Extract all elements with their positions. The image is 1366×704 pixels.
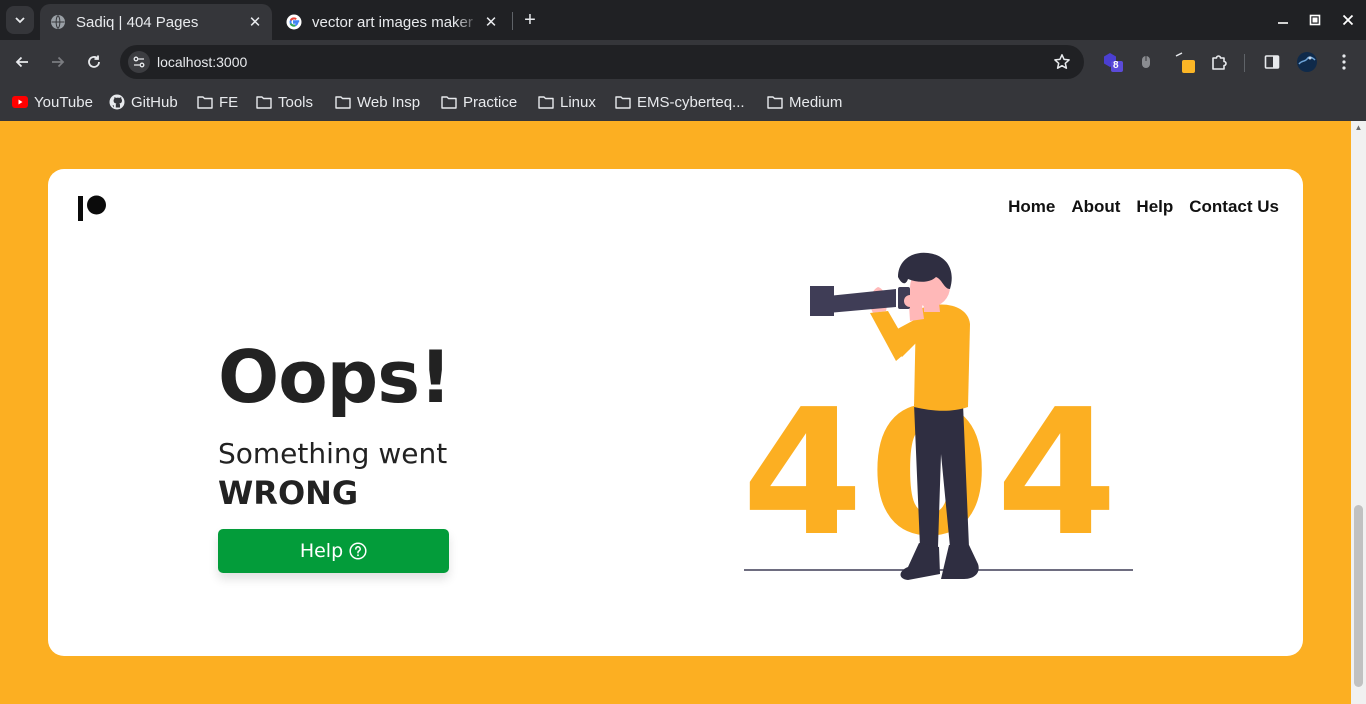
page-title: Oops!: [218, 335, 452, 419]
forward-button[interactable]: [46, 50, 70, 74]
tab-active[interactable]: Sadiq | 404 Pages ✕: [40, 4, 272, 40]
bookmark-github[interactable]: GitHub: [109, 91, 178, 113]
help-button[interactable]: Help: [218, 529, 449, 573]
page-scrollbar[interactable]: ▲: [1351, 121, 1366, 704]
arrow-left-icon: [15, 56, 28, 68]
bookmark-folder-linux[interactable]: Linux: [538, 91, 596, 113]
bookmark-label: Linux: [560, 93, 596, 111]
maximize-icon: [1309, 14, 1321, 26]
extensions-menu-button[interactable]: [1207, 50, 1231, 74]
back-button[interactable]: [10, 50, 34, 74]
folder-icon: [197, 94, 213, 110]
bookmark-label: Web Insp: [357, 93, 421, 111]
minimize-icon: [1278, 22, 1288, 24]
site-info-icon[interactable]: [128, 51, 150, 73]
profile-avatar[interactable]: [1295, 50, 1319, 74]
reload-button[interactable]: [82, 50, 106, 74]
youtube-icon: [12, 94, 28, 110]
browser-menu-button[interactable]: [1332, 50, 1356, 74]
nav-about[interactable]: About: [1071, 197, 1120, 217]
photographer-illustration: [744, 252, 1133, 580]
pen-extension-icon: [1175, 52, 1195, 73]
folder-icon: [538, 94, 554, 110]
extension-button[interactable]: [1134, 50, 1158, 74]
github-icon: [109, 94, 125, 110]
puzzle-icon: [1212, 55, 1227, 70]
nav-help[interactable]: Help: [1136, 197, 1173, 217]
bookmark-folder-fe[interactable]: FE: [197, 91, 238, 113]
scroll-up-icon[interactable]: ▲: [1354, 123, 1363, 132]
error-card: Home About Help Contact Us Oops! Somethi…: [48, 169, 1303, 656]
extension-badge: 8: [1113, 60, 1119, 71]
arrow-right-icon: [52, 56, 65, 68]
side-panel-icon: [1264, 55, 1280, 69]
subtitle-line-1: Something went: [218, 437, 448, 470]
bookmark-folder-medium[interactable]: Medium: [767, 91, 842, 113]
folder-icon: [615, 94, 631, 110]
bookmarks-bar: YouTube GitHub FE Tools Web Insp Practic…: [0, 84, 1366, 121]
bookmark-label: EMS-cyberteq...: [637, 93, 745, 111]
google-icon: [286, 14, 302, 30]
extension-button[interactable]: [1172, 50, 1196, 74]
tab-title: vector art images maker: [312, 13, 473, 31]
close-icon[interactable]: ✕: [244, 11, 266, 33]
folder-icon: [767, 94, 783, 110]
minimize-button[interactable]: [1271, 8, 1295, 32]
reload-icon: [88, 55, 100, 68]
side-panel-button[interactable]: [1260, 50, 1284, 74]
bookmark-folder-tools[interactable]: Tools: [256, 91, 313, 113]
tab-title: Sadiq | 404 Pages: [76, 13, 199, 31]
bookmark-label: FE: [219, 93, 239, 111]
window-close-button[interactable]: [1336, 8, 1360, 32]
tab-strip: Sadiq | 404 Pages ✕ vector art images ma…: [0, 0, 1366, 40]
folder-icon: [256, 94, 272, 110]
tab-inactive[interactable]: vector art images maker ✕: [276, 4, 508, 40]
top-nav: Home About Help Contact Us: [1008, 197, 1279, 217]
kebab-menu-icon: [1342, 54, 1346, 70]
extension-button[interactable]: 8: [1100, 50, 1124, 74]
extension-hex-icon: [1104, 53, 1123, 72]
nav-contact-us[interactable]: Contact Us: [1189, 197, 1279, 217]
browser-toolbar: localhost:3000 8: [0, 40, 1366, 84]
bookmark-folder-practice[interactable]: Practice: [441, 91, 517, 113]
folder-icon: [335, 94, 351, 110]
avatar-icon: [1297, 52, 1317, 72]
question-circle-icon: [349, 542, 367, 560]
mouse-icon: [1142, 56, 1150, 68]
bookmark-youtube[interactable]: YouTube: [12, 91, 93, 113]
bookmark-star-icon[interactable]: [1052, 52, 1072, 72]
close-icon: [1342, 14, 1354, 26]
chevron-down-icon: [15, 17, 25, 24]
tab-separator: [512, 12, 513, 30]
bookmark-folder-ems[interactable]: EMS-cyberteq...: [615, 91, 745, 113]
folder-icon: [441, 94, 457, 110]
bookmark-label: YouTube: [34, 93, 93, 111]
subtitle-line-2: WRONG: [218, 474, 359, 512]
scrollbar-thumb[interactable]: [1354, 505, 1363, 687]
bookmark-folder-web-insp[interactable]: Web Insp: [335, 91, 420, 113]
address-bar[interactable]: localhost:3000: [120, 45, 1084, 79]
bookmark-label: Practice: [463, 93, 518, 111]
tab-search-button[interactable]: [6, 6, 34, 34]
new-tab-button[interactable]: +: [518, 8, 542, 32]
url-text[interactable]: localhost:3000: [157, 54, 247, 70]
close-icon[interactable]: ✕: [480, 11, 502, 33]
toolbar-divider: [1244, 54, 1245, 72]
page-viewport: Home About Help Contact Us Oops! Somethi…: [0, 121, 1366, 704]
patreon-logo-icon: [78, 195, 106, 221]
bookmark-label: Medium: [789, 93, 843, 111]
nav-home[interactable]: Home: [1008, 197, 1055, 217]
maximize-button[interactable]: [1303, 8, 1327, 32]
globe-icon: [50, 14, 66, 30]
help-button-label: Help: [299, 540, 344, 562]
bookmark-label: Tools: [278, 93, 314, 111]
bookmark-label: GitHub: [131, 93, 178, 111]
